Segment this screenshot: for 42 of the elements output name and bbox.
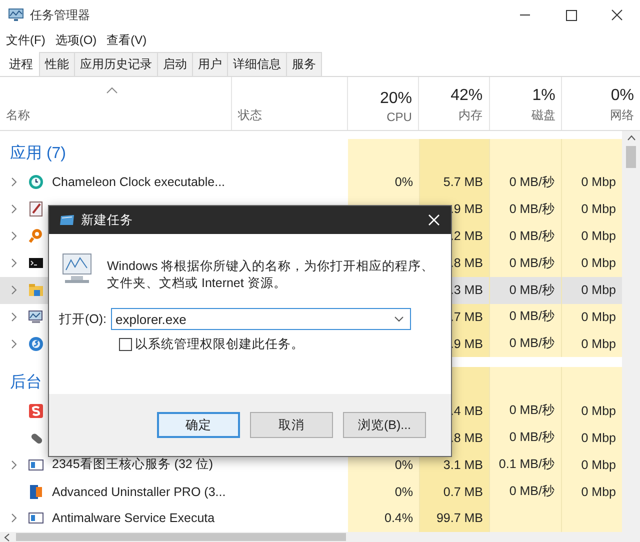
table-cell: 0.1 MB/秒 [490, 451, 562, 478]
table-cell: 0 MB/秒 [490, 397, 562, 424]
process-name: Advanced Uninstaller PRO (3... [52, 484, 226, 499]
table-cell: 0% [348, 478, 420, 505]
table-cell: 0 Mbp [562, 478, 622, 505]
table-cell: 0 Mbp [562, 330, 622, 358]
table-cell: 0 Mbp [562, 424, 622, 452]
table-cell: 0 MB/秒 [490, 222, 562, 250]
table-cell: 3.1 MB [420, 451, 490, 478]
checkbox-label: 以系统管理权限创建此任务。 [135, 336, 304, 353]
table-cell: 0 MB/秒 [490, 424, 562, 452]
group-heading: 应用 (7) [9, 144, 67, 164]
table-cell: 0 Mbp [562, 397, 622, 424]
column-usage: 42% [450, 87, 483, 105]
table-cell: 0.7 MB [420, 478, 490, 505]
group-heading: 后台 [9, 372, 43, 393]
dialog-message-line: 文件夹、文档或 Internet 资源。 [107, 275, 286, 292]
table-cell: 0 MB/秒 [490, 330, 562, 358]
field-label: 打开(O): [59, 310, 107, 328]
table-cell: 0 Mbp [562, 250, 622, 277]
table-cell: 0 MB/秒 [490, 478, 562, 505]
table-cell: 0 Mbp [562, 168, 622, 196]
table-cell: 0 Mbp [562, 451, 622, 478]
table-cell: 0 Mbp [562, 196, 622, 223]
column-usage: 1% [532, 87, 556, 105]
table-cell: 0.4% [348, 504, 420, 532]
table-cell: 0 MB/秒 [490, 304, 562, 330]
process-name: Antimalware Service Executa [52, 511, 215, 526]
table-cell: 0 MB/秒 [490, 168, 562, 196]
table-cell: 0 MB/秒 [490, 196, 562, 223]
table-cell: 5.7 MB [420, 168, 490, 196]
table-cell: 99.7 MB [420, 504, 490, 532]
table-cell: 0 Mbp [562, 222, 622, 250]
dialog-title: 新建任务 [81, 212, 133, 228]
column-usage: 0% [610, 87, 634, 105]
table-cell: 0 Mbp [562, 304, 622, 330]
process-name: Chameleon Clock executable... [52, 175, 226, 190]
table-cell: 0% [348, 168, 420, 196]
column-usage: 20% [380, 90, 412, 108]
process-name: 2345看图王核心服务 (32 位) [52, 456, 213, 474]
table-cell: 0 MB/秒 [490, 250, 562, 277]
window-title: 任务管理器 [30, 6, 90, 24]
